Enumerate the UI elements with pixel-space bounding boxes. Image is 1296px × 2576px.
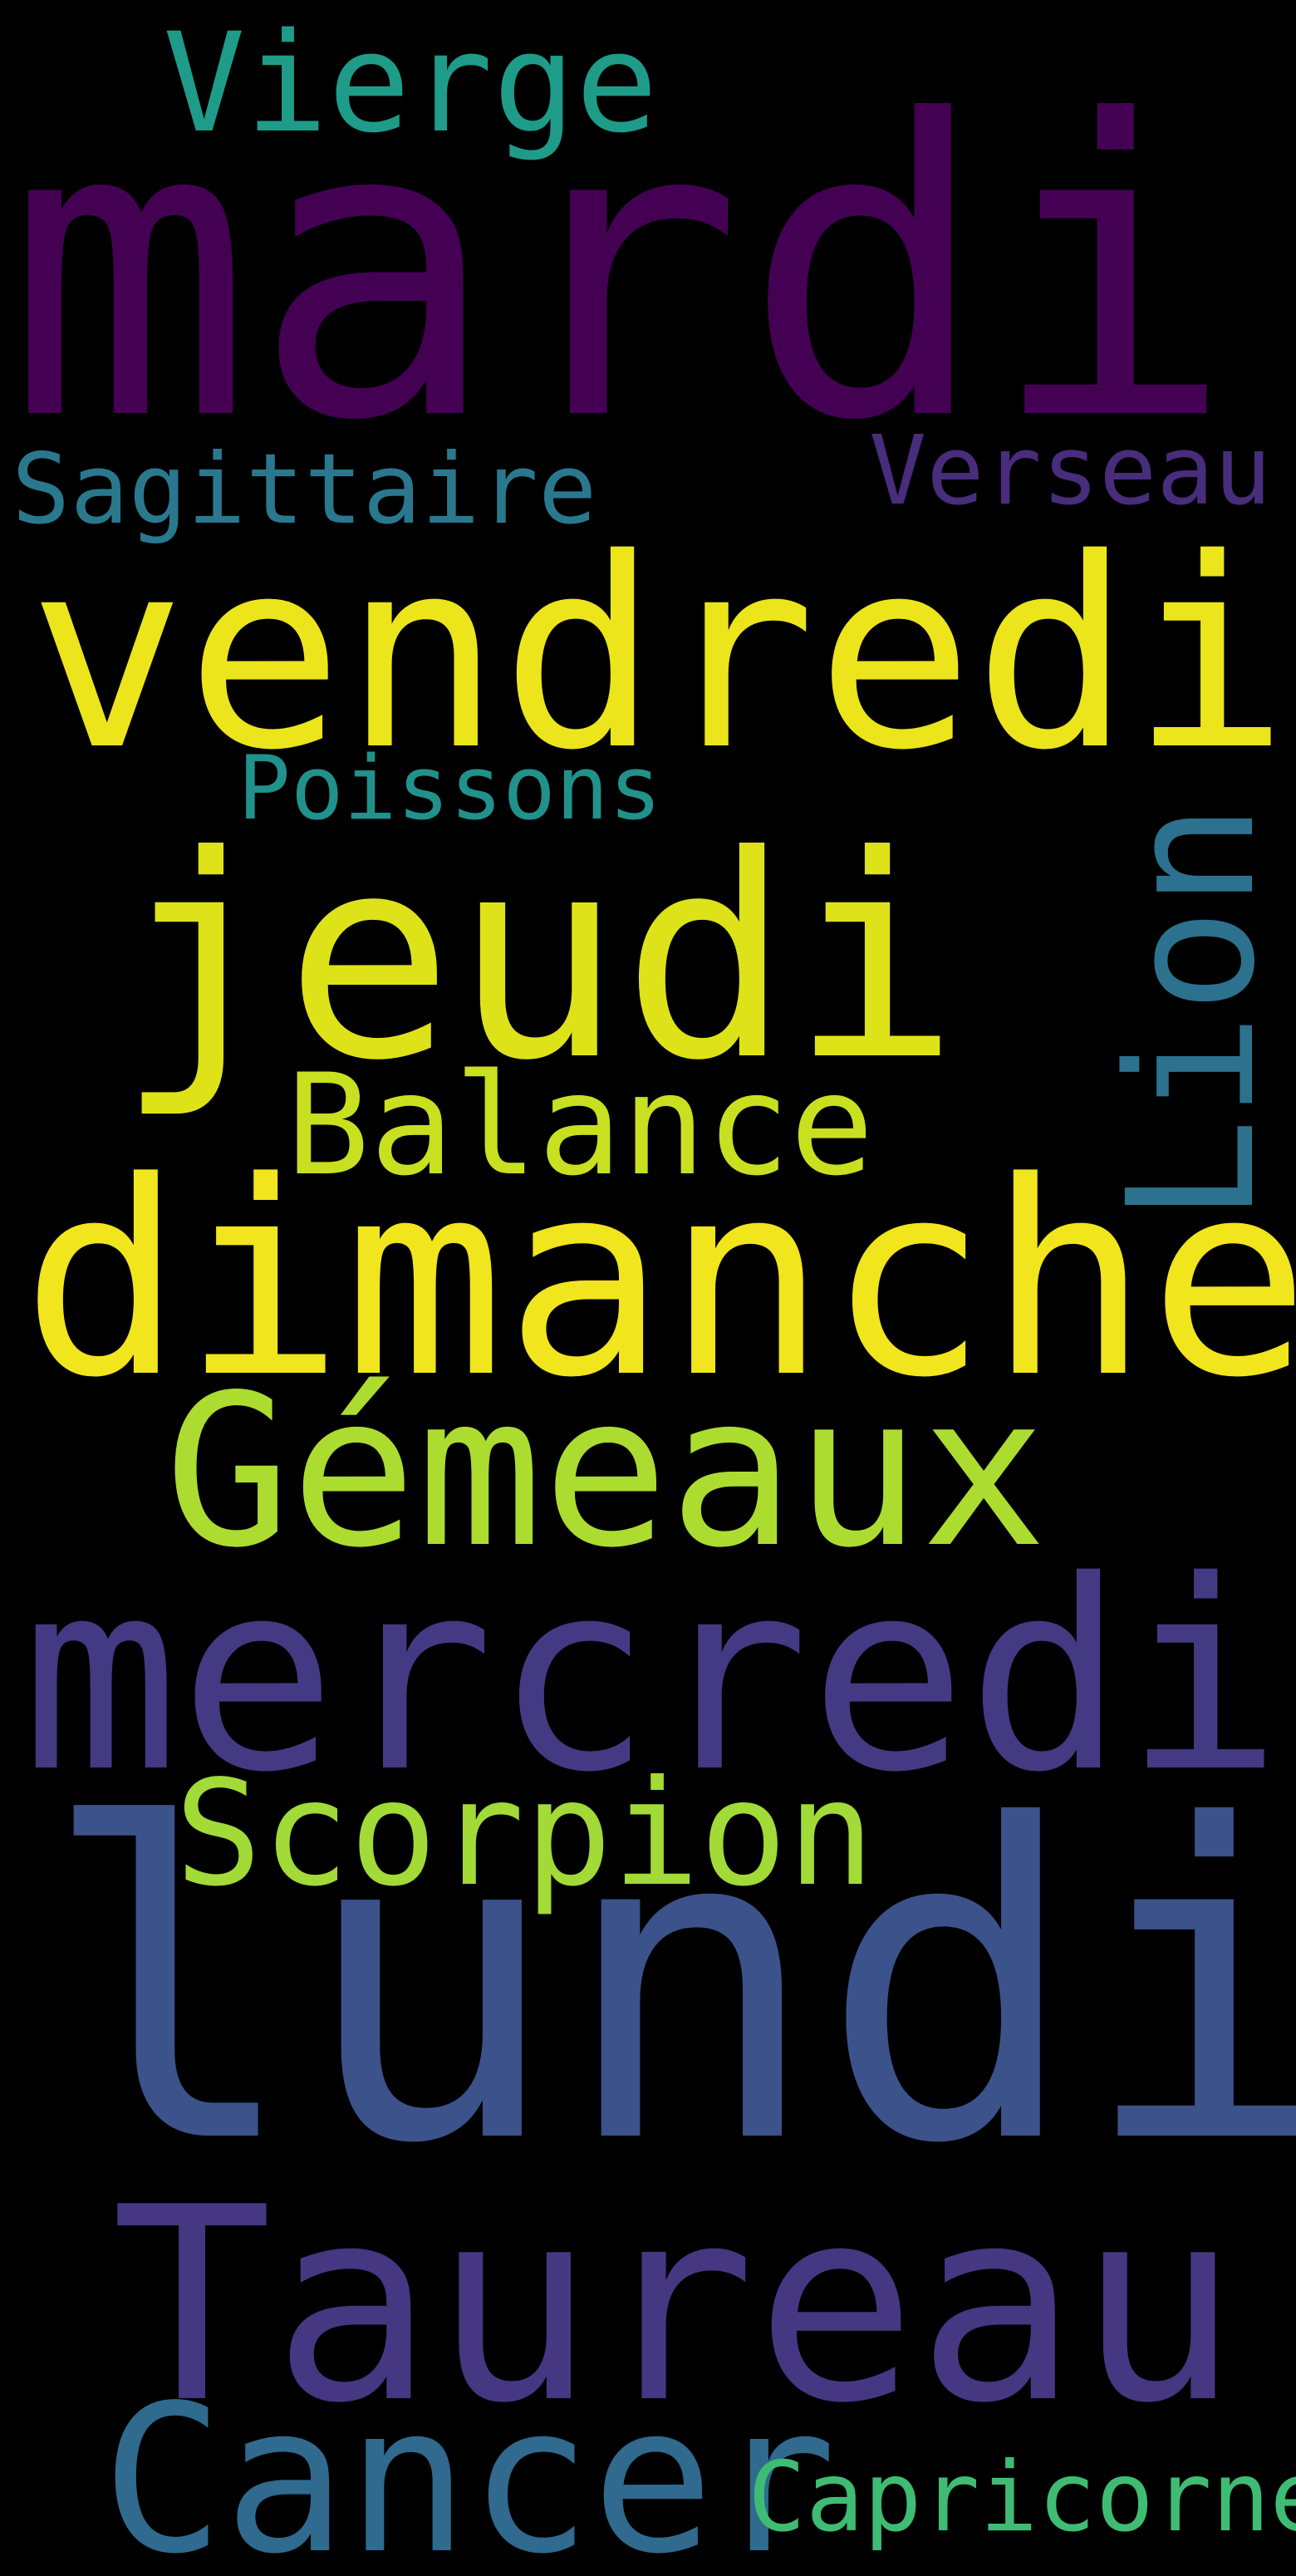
word-lundi: lundi bbox=[40, 1734, 1296, 2238]
word-cloud: mardi Vierge Sagittaire Verseau vendredi… bbox=[0, 0, 1296, 2576]
word-capricorne: Capricorne bbox=[748, 2441, 1296, 2554]
word-vierge: Vierge bbox=[163, 3, 659, 163]
word-cancer: Cancer bbox=[101, 2362, 837, 2576]
